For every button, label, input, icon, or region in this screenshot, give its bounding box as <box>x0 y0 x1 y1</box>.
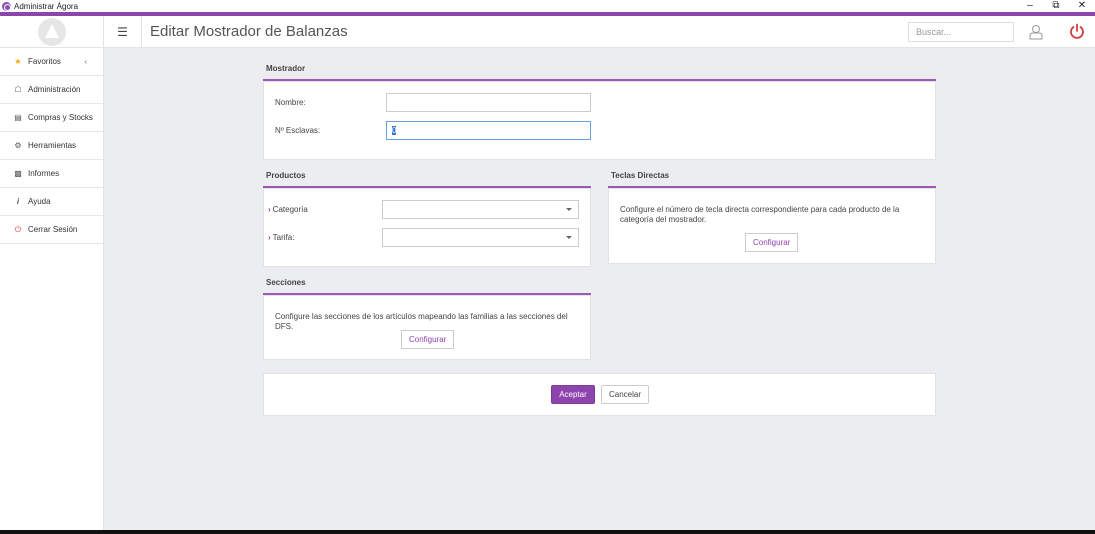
tarifa-label: › Tarifa: <box>268 233 294 242</box>
mostrador-panel: Nombre: Nº Esclavas: 0 <box>263 81 936 160</box>
agora-logo-icon <box>37 18 66 46</box>
hamburger-menu-icon[interactable]: ☰ <box>104 16 142 48</box>
sidebar-item-administracion[interactable]: ☖ Administración <box>0 76 103 104</box>
taskbar-edge <box>0 530 1095 534</box>
accept-button[interactable]: Aceptar <box>551 385 595 404</box>
teclas-desc-line2: categoría del mostrador. <box>620 215 707 224</box>
categoria-label: › Categoría <box>268 205 308 214</box>
sidebar-item-cerrar-sesion[interactable]: ⏻ Cerrar Sesión <box>0 216 103 244</box>
secciones-description: Configure las secciones de los artículos… <box>275 312 568 331</box>
sidebar-item-herramientas[interactable]: ⚙ Herramientas <box>0 132 103 160</box>
tarifa-select[interactable] <box>382 228 579 247</box>
sidebar-item-label: Ayuda <box>28 197 51 206</box>
sidebar-item-label: Cerrar Sesión <box>28 225 78 234</box>
sidebar-item-label: Favoritos <box>28 57 61 66</box>
page-title: Editar Mostrador de Balanzas <box>150 23 348 40</box>
info-icon: i <box>16 197 20 206</box>
window-controls: – ⧉ ✕ <box>1017 0 1095 12</box>
teclas-panel: Configure el número de tecla directa cor… <box>608 188 936 264</box>
teclas-title: Teclas Directas <box>611 171 670 180</box>
mostrador-title: Mostrador <box>266 64 306 73</box>
nombre-label: Nombre: <box>275 98 306 107</box>
teclas-description: Configure el número de tecla directa cor… <box>620 205 930 225</box>
search-input[interactable] <box>908 22 1014 42</box>
actions-panel: Aceptar Cancelar <box>263 373 936 416</box>
chevron-right-icon: › <box>268 205 271 214</box>
productos-title: Productos <box>266 171 306 180</box>
esclavas-label: Nº Esclavas: <box>275 126 321 135</box>
sidebar-item-informes[interactable]: ▩ Informes <box>0 160 103 188</box>
categoria-select[interactable] <box>382 200 579 219</box>
esclavas-value: 0 <box>392 126 397 135</box>
app-icon <box>2 1 11 11</box>
bar-chart-icon: ▩ <box>14 169 22 178</box>
caret-down-icon <box>566 236 572 239</box>
teclas-desc-line1: Configure el número de tecla directa cor… <box>620 205 900 214</box>
sidebar-item-ayuda[interactable]: i Ayuda <box>0 188 103 216</box>
power-icon: ⏻ <box>14 224 22 234</box>
secciones-configurar-button[interactable]: Configurar <box>401 330 455 349</box>
window-titlebar: Administrar Ágora – ⧉ ✕ <box>0 0 1095 12</box>
nombre-input[interactable] <box>386 93 591 112</box>
esclavas-input[interactable]: 0 <box>386 121 591 140</box>
star-icon: ★ <box>14 57 22 66</box>
secciones-title: Secciones <box>266 278 306 287</box>
sidebar-item-label: Herramientas <box>28 141 77 150</box>
bank-icon: ☖ <box>14 85 22 94</box>
logo-area <box>0 16 104 48</box>
secciones-panel: Configure las secciones de los artículos… <box>263 295 591 360</box>
chevron-right-icon: › <box>268 233 271 242</box>
sidebar-item-label: Administración <box>28 85 81 94</box>
caret-down-icon <box>566 208 572 211</box>
sidebar-item-compras[interactable]: ▤ Compras y Stocks <box>0 104 103 132</box>
document-icon: ▤ <box>14 113 22 122</box>
sidebar-item-label: Compras y Stocks <box>28 113 93 122</box>
sidebar-item-favoritos[interactable]: ★ Favoritos ‹ <box>0 48 103 76</box>
close-icon[interactable]: ✕ <box>1069 0 1095 12</box>
categoria-label-text: Categoría <box>272 205 308 214</box>
chevron-left-icon: ‹ <box>84 57 87 66</box>
sidebar: ★ Favoritos ‹ ☖ Administración ▤ Compras… <box>0 48 104 532</box>
user-icon[interactable] <box>1029 24 1043 40</box>
restore-icon[interactable]: ⧉ <box>1043 0 1069 12</box>
cogs-icon: ⚙ <box>14 141 22 150</box>
sidebar-item-label: Informes <box>28 169 60 178</box>
app-header: ☰ Editar Mostrador de Balanzas <box>0 16 1095 48</box>
productos-panel: › Categoría › Tarifa: <box>263 188 591 267</box>
cancel-button[interactable]: Cancelar <box>601 385 649 404</box>
minimize-icon[interactable]: – <box>1017 0 1043 12</box>
power-icon[interactable] <box>1069 23 1085 39</box>
tarifa-label-text: Tarifa: <box>272 233 295 242</box>
teclas-configurar-button[interactable]: Configurar <box>745 233 799 252</box>
window-title: Administrar Ágora <box>14 1 79 11</box>
